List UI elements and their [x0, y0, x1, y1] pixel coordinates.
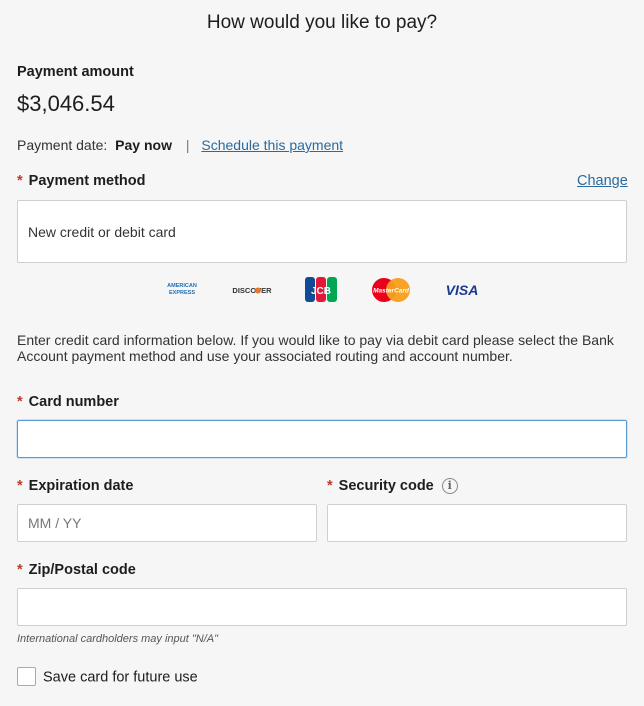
svg-text:VISA: VISA	[446, 282, 479, 298]
save-card-option[interactable]: Save card for future use	[17, 667, 198, 687]
svg-text:AMERICAN: AMERICAN	[167, 283, 197, 289]
mastercard-logo-icon: MasterCard	[372, 278, 410, 302]
change-method-link[interactable]: Change	[577, 173, 628, 189]
save-card-checkbox[interactable]	[17, 667, 36, 686]
zip-code-label: * Zip/Postal code	[17, 562, 136, 578]
visa-logo-icon: VISA	[446, 282, 479, 298]
zip-code-input[interactable]	[17, 588, 627, 626]
payment-date-row: Payment date: Pay now | Schedule this pa…	[17, 137, 343, 153]
info-icon[interactable]: i	[441, 478, 458, 495]
card-number-label: * Card number	[17, 394, 119, 410]
zip-hint-text: International cardholders may input "N/A…	[17, 633, 219, 645]
payment-method-value: New credit or debit card	[28, 224, 176, 240]
svg-text:JCB: JCB	[311, 286, 331, 297]
required-marker: *	[327, 478, 333, 494]
svg-text:DISCOVER: DISCOVER	[232, 286, 272, 295]
zip-code-label-text: Zip/Postal code	[28, 562, 136, 578]
page-title: How would you like to pay?	[206, 12, 438, 33]
svg-text:EXPRESS: EXPRESS	[169, 290, 195, 296]
discover-logo-icon: DISCOVER	[232, 286, 272, 295]
payment-date-label: Payment date:	[17, 137, 108, 153]
save-card-label[interactable]: Save card for future use	[43, 669, 198, 685]
amex-logo-icon: AMERICAN EXPRESS	[167, 283, 197, 296]
payment-date-value: Pay now	[115, 137, 172, 153]
required-marker: *	[17, 394, 23, 410]
schedule-payment-link[interactable]: Schedule this payment	[201, 137, 343, 153]
jcb-logo-icon: JCB	[305, 277, 337, 302]
payment-method-label: * Payment method	[17, 173, 146, 189]
payment-amount-value: $3,046.54	[17, 91, 115, 116]
card-number-input[interactable]	[17, 420, 627, 458]
expiration-date-label: * Expiration date	[17, 478, 133, 494]
card-info-text: Enter credit card information below. If …	[17, 332, 614, 364]
security-code-label: * Security code i	[327, 478, 458, 495]
separator: |	[185, 137, 190, 153]
payment-method-select[interactable]: New credit or debit card	[17, 200, 627, 263]
security-code-input[interactable]	[327, 504, 627, 542]
expiration-date-label-text: Expiration date	[28, 478, 134, 494]
required-marker: *	[17, 478, 23, 494]
required-marker: *	[17, 173, 23, 189]
security-code-label-text: Security code	[338, 478, 434, 494]
payment-amount-label: Payment amount	[17, 64, 134, 80]
card-number-label-text: Card number	[28, 394, 119, 410]
payment-method-label-text: Payment method	[28, 173, 146, 189]
expiration-date-input[interactable]	[17, 504, 317, 542]
card-brand-logos: AMERICAN EXPRESS DISCOVER JCB MasterCard…	[160, 276, 490, 304]
svg-text:MasterCard: MasterCard	[373, 288, 410, 295]
required-marker: *	[17, 562, 23, 578]
